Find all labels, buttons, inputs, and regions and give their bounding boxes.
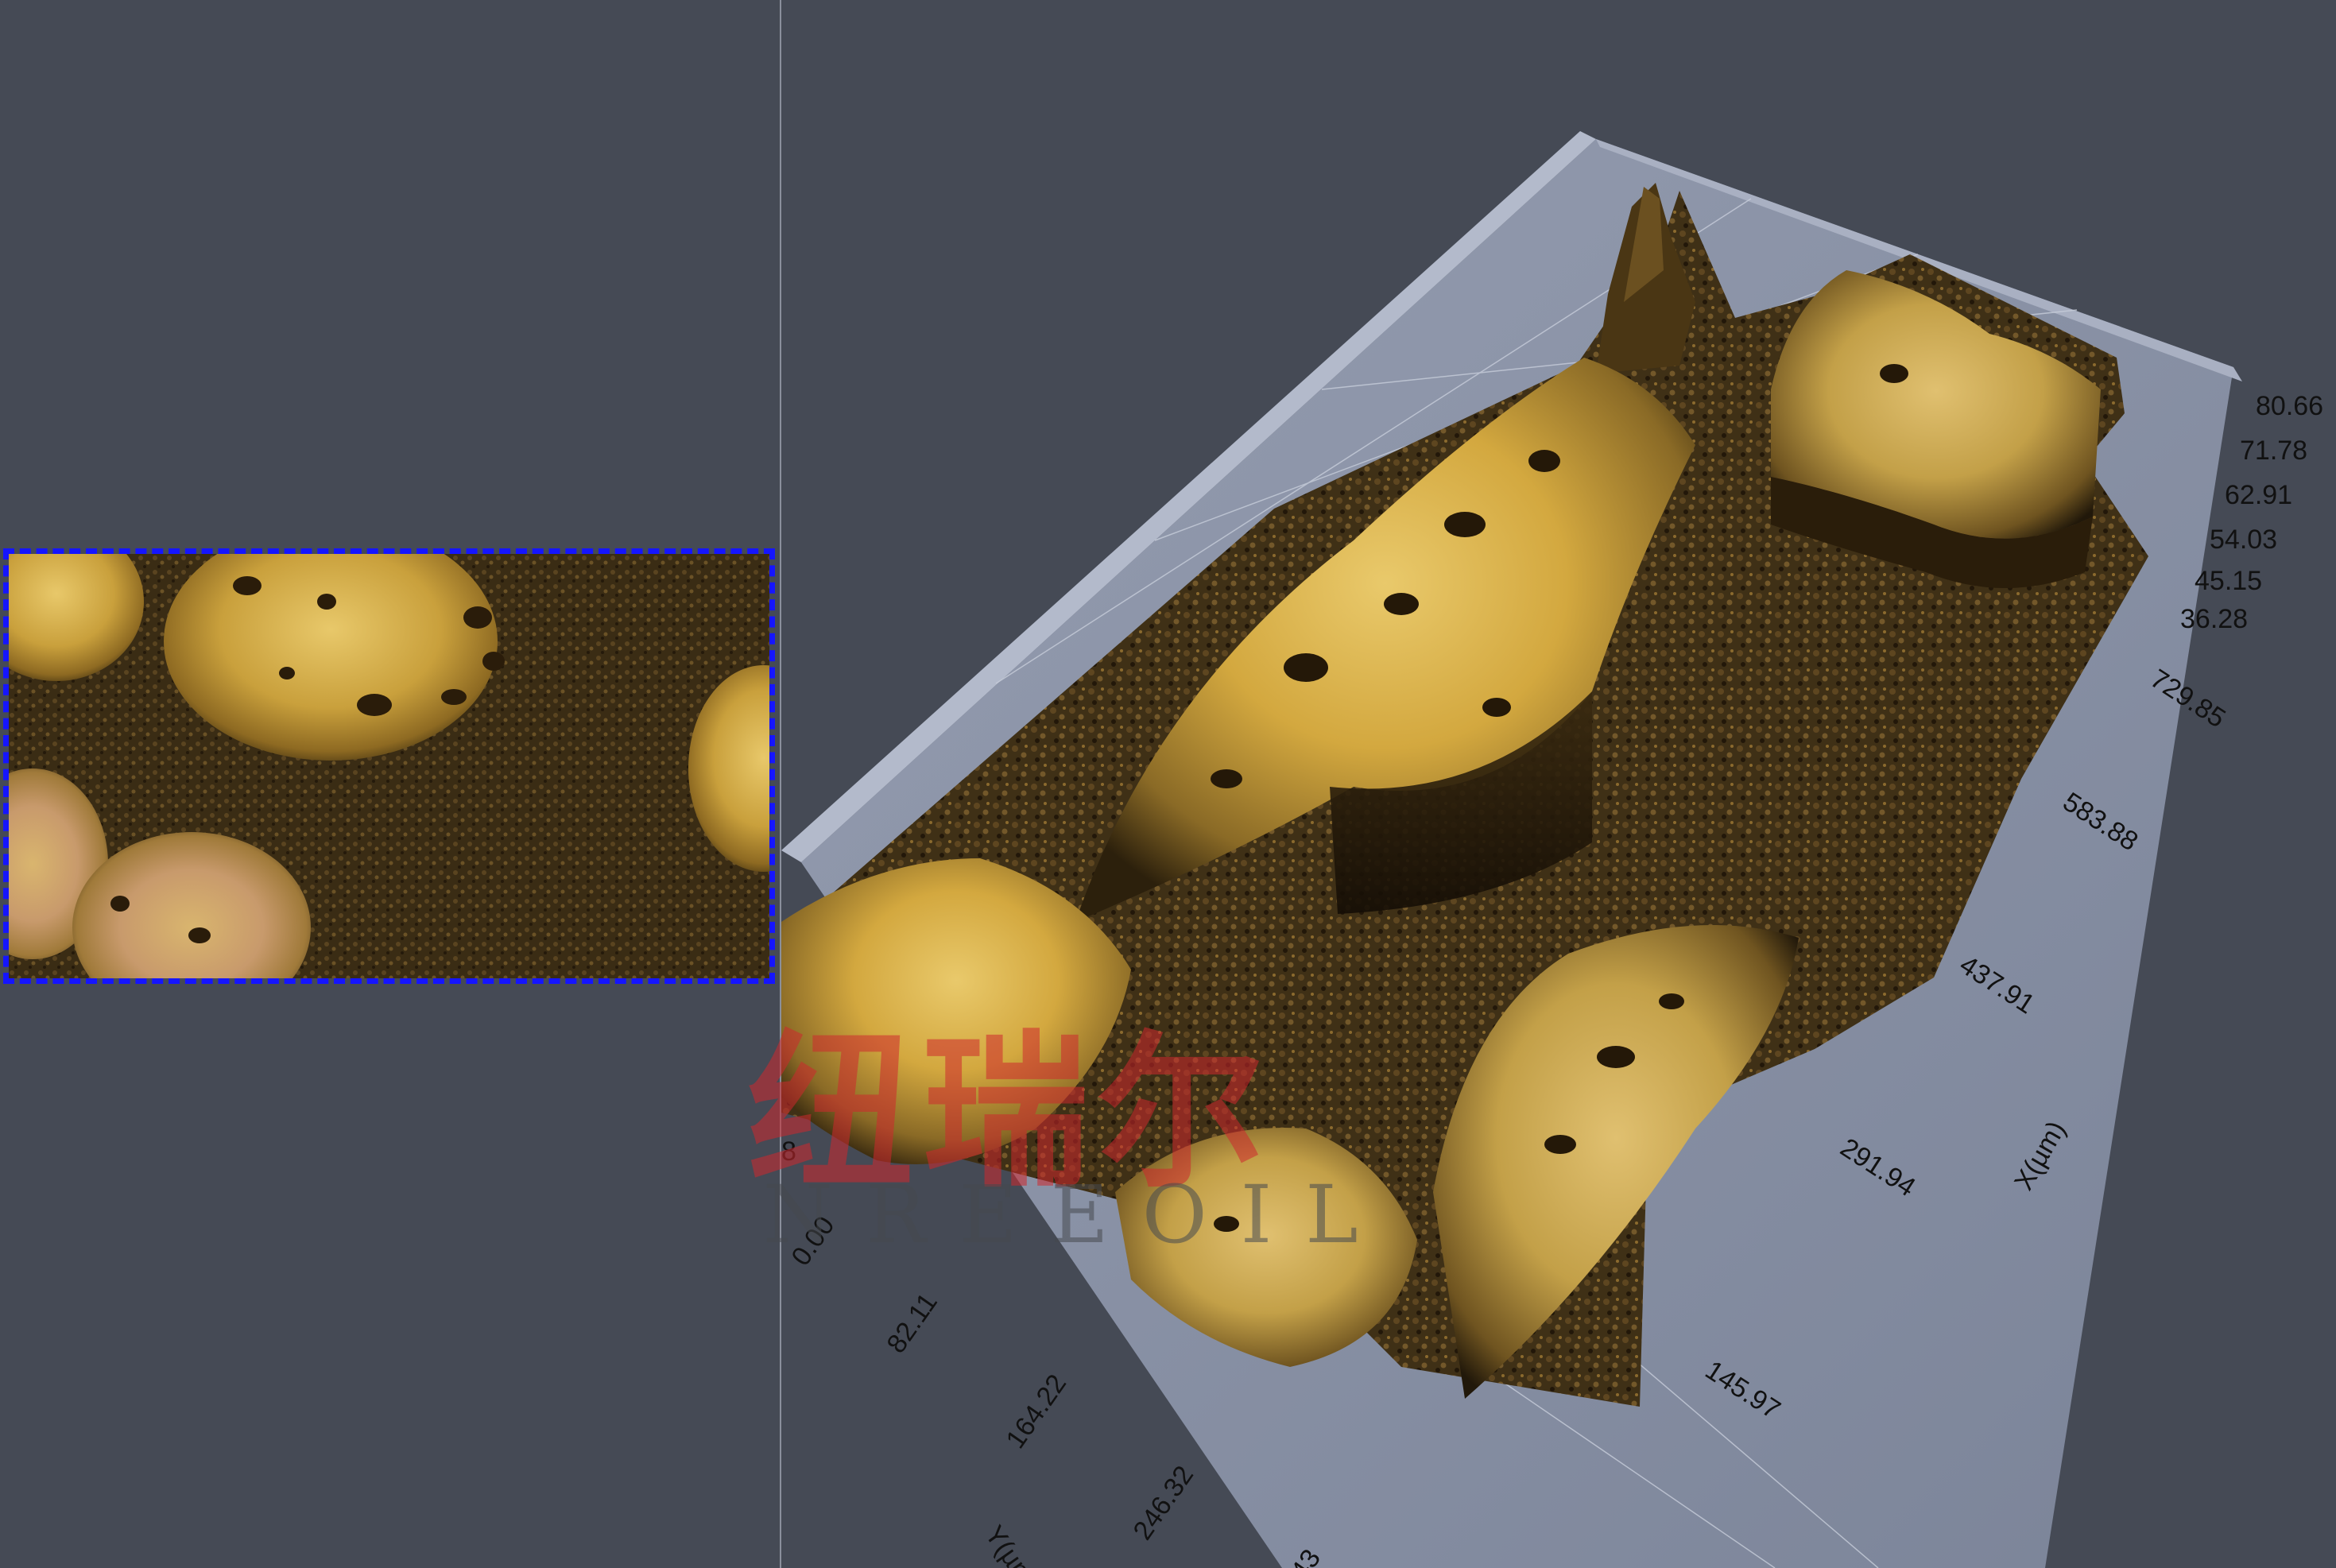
preview-image xyxy=(9,554,769,978)
z-tick-label: 36.28 xyxy=(2180,604,2248,634)
z-tick-label: 54.03 xyxy=(2210,525,2277,555)
watermark-logo-en: NREEOIL xyxy=(763,1168,1392,1261)
y-tick-label: 164.22 xyxy=(1000,1369,1072,1454)
z-tick-label: 62.91 xyxy=(2225,480,2292,510)
y-axis-title: Y(µm) xyxy=(978,1520,1046,1568)
3d-view-panel[interactable]: 80.66 71.78 62.91 54.03 45.15 36.28 729.… xyxy=(781,0,2336,1568)
selection-frame[interactable] xyxy=(3,548,775,984)
z-tick-label: 80.66 xyxy=(2256,391,2323,421)
y-tick-label: 246.32 xyxy=(1127,1461,1199,1546)
3d-surface-view[interactable]: 80.66 71.78 62.91 54.03 45.15 36.28 729.… xyxy=(781,0,2336,1568)
z-tick-label: 45.15 xyxy=(2195,566,2262,596)
y-tick-label: 82.11 xyxy=(881,1287,943,1358)
z-tick-label: 71.78 xyxy=(2240,436,2307,466)
preview-panel xyxy=(0,0,780,1568)
